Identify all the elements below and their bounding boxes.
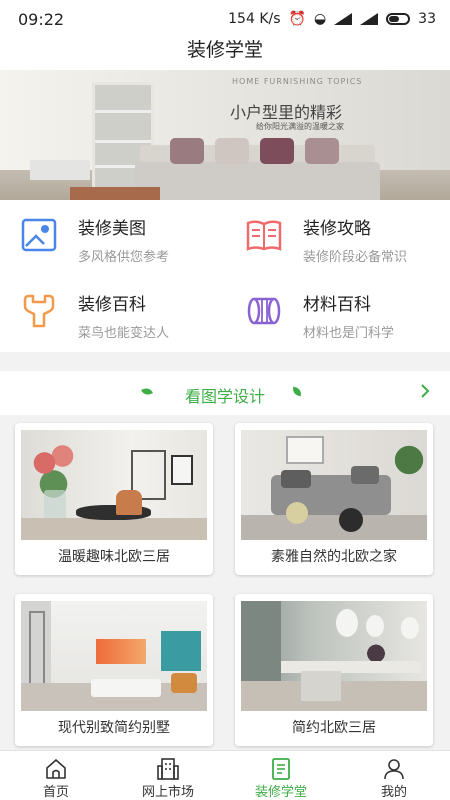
feature-materials[interactable]: 材料百科 材料也是门科学 <box>225 276 450 352</box>
chevron-right-icon[interactable] <box>418 384 432 398</box>
design-card[interactable]: 温暖趣味北欧三居 <box>15 423 213 575</box>
banner-image[interactable]: HOME FURNISHING TOPICS 小户型里的精彩 给你阳光满溢的温暖… <box>0 70 450 200</box>
pipe-icon <box>247 297 281 325</box>
sofa-decor <box>135 162 380 200</box>
feature-grid: 装修美图 多风格供您参考 装修攻略 装修阶段必备常识 装修百科 菜鸟也能变达人 <box>0 200 450 352</box>
card-caption: 现代别致简约别墅 <box>58 720 170 736</box>
book-icon <box>246 220 282 251</box>
feature-encyclopedia[interactable]: 装修百科 菜鸟也能变达人 <box>0 276 225 352</box>
feature-gallery[interactable]: 装修美图 多风格供您参考 <box>0 200 225 276</box>
document-icon <box>272 758 290 780</box>
page-title: 装修学堂 <box>0 38 450 70</box>
feature-name: 装修美图 <box>78 219 146 239</box>
tab-school[interactable]: 装修学堂 <box>225 751 337 800</box>
card-image <box>241 430 427 540</box>
card-image <box>21 601 207 711</box>
banner-tagline: HOME FURNISHING TOPICS <box>232 77 363 86</box>
section-header[interactable]: 看图学设计 <box>0 371 450 415</box>
card-image <box>241 601 427 711</box>
tab-market[interactable]: 网上市场 <box>112 751 224 800</box>
signal-icon <box>334 13 353 25</box>
tab-label: 网上市场 <box>141 785 194 800</box>
status-bar: 09:22 154 K/s ⏰ ◒ 33 <box>0 0 450 38</box>
feature-name: 装修攻略 <box>303 219 371 239</box>
design-card[interactable]: 现代别致简约别墅 <box>15 594 213 746</box>
home-icon <box>46 759 66 779</box>
battery-icon <box>386 13 411 25</box>
network-speed: 154 K/s <box>228 11 281 27</box>
picture-icon <box>21 218 57 252</box>
card-caption: 温暖趣味北欧三居 <box>58 549 170 565</box>
card-image <box>21 430 207 540</box>
status-icons: 154 K/s ⏰ ◒ 33 <box>228 11 436 27</box>
tab-label: 我的 <box>380 785 407 800</box>
feature-desc: 多风格供您参考 <box>78 250 170 265</box>
feature-desc: 菜鸟也能变达人 <box>78 326 170 341</box>
building-icon <box>157 758 179 780</box>
design-card[interactable]: 素雅自然的北欧之家 <box>235 423 433 575</box>
banner-subline: 给你阳光满溢的温暖之家 <box>256 122 344 131</box>
tab-label: 首页 <box>42 785 69 800</box>
feature-desc: 材料也是门科学 <box>303 326 395 341</box>
bottom-tab-bar: 首页 网上市场 装修学堂 我的 <box>0 750 450 800</box>
wifi-icon: ◒ <box>313 11 327 27</box>
feature-name: 材料百科 <box>303 295 371 315</box>
battery-level: 33 <box>418 11 436 27</box>
alarm-icon: ⏰ <box>288 11 306 27</box>
feature-guide[interactable]: 装修攻略 装修阶段必备常识 <box>225 200 450 276</box>
feature-name: 装修百科 <box>78 295 146 315</box>
tab-mine[interactable]: 我的 <box>338 751 450 800</box>
banner-headline: 小户型里的精彩 <box>230 103 343 122</box>
card-caption: 素雅自然的北欧之家 <box>271 549 397 565</box>
design-card[interactable]: 简约北欧三居 <box>235 594 433 746</box>
feature-desc: 装修阶段必备常识 <box>303 250 408 265</box>
tab-label: 装修学堂 <box>254 785 307 800</box>
signal-icon-2 <box>360 13 379 25</box>
tab-home[interactable]: 首页 <box>0 751 112 800</box>
person-icon <box>384 759 404 780</box>
wrench-icon <box>23 294 55 328</box>
status-time: 09:22 <box>18 9 65 29</box>
section-title: 看图学设计 <box>184 387 265 406</box>
card-caption: 简约北欧三居 <box>292 720 376 736</box>
